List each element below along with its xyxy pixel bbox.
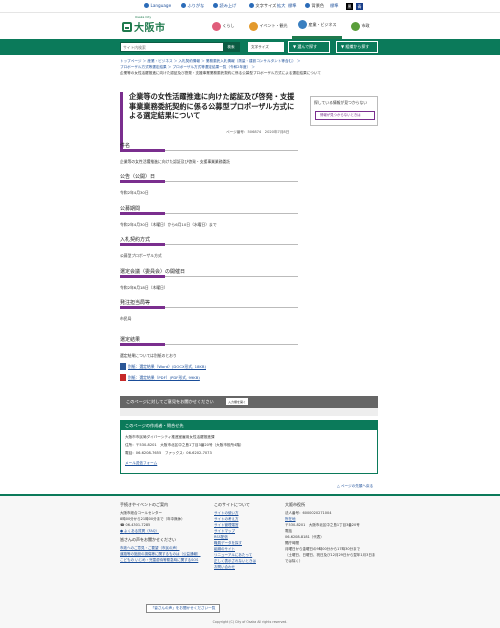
nav-business[interactable]: 産業・ビジネス (292, 13, 342, 39)
color-blue-button[interactable]: 青 (356, 3, 363, 10)
contact-heading: このページの作成者・問合せ先 (121, 421, 377, 430)
color-black-button[interactable]: 黒 (346, 3, 353, 10)
font-icon (249, 3, 254, 8)
font-size-up[interactable]: 拡大 (277, 3, 285, 9)
breadcrumb-item[interactable]: プロポーザル方式等選定結果一覧（令和2年度） (173, 65, 251, 69)
contact-line: 電話：06-6208-7655 ファックス：06-6202-7073 (125, 451, 212, 455)
section-heading-date: 公告（公開）日 (120, 173, 298, 183)
nav-kurashi[interactable]: くらし (202, 13, 244, 39)
section-text-date: 令和2年4月30日 (120, 190, 149, 195)
furigana-link[interactable]: ふりがな (181, 3, 204, 9)
search-box: 検索 (120, 42, 240, 52)
feedback-bar: このページに対してご意見をお聞かせください (120, 396, 378, 408)
site-logo[interactable]: Osaka City 大阪市 (122, 15, 166, 34)
color-label: 背景色 (305, 3, 324, 9)
globe-icon (144, 3, 149, 8)
search-button[interactable]: 検索 (223, 43, 239, 51)
palette-icon (305, 3, 310, 8)
city-mark-icon (122, 21, 132, 32)
font-size-standard[interactable]: 標準 (288, 3, 296, 9)
color-standard[interactable]: 標準 (330, 3, 338, 9)
breadcrumb-item[interactable]: 入札契約情報 (178, 59, 200, 63)
feedback-strip (120, 408, 378, 416)
breadcrumb-item[interactable]: トップページ (120, 59, 142, 63)
section-text-department: 市民局 (120, 316, 132, 321)
event-icon (248, 21, 258, 31)
back-to-top-link[interactable]: △ ページの先頭へ戻る (337, 484, 373, 489)
browse-button[interactable]: ▼ 選んで探す (288, 41, 330, 53)
section-heading-result: 選定結果 (120, 336, 298, 346)
search-input[interactable] (121, 43, 221, 51)
page-number: ページ番号：506874 2020年7月8日 (226, 130, 290, 134)
site-header: Osaka City 大阪市 くらし イベント・観光 産業・ビジネス 市政 (0, 13, 500, 39)
faq-link[interactable]: ● よくある質問（FAQ） (120, 528, 204, 534)
furigana-icon (181, 3, 186, 8)
section-text-method: 公募型プロポーザル方式 (120, 253, 162, 258)
section-heading-meeting: 選定会議（委員会）の開催日 (120, 268, 298, 278)
city-hall-icon (350, 21, 360, 31)
breadcrumb-item[interactable]: プロポーザル方式等選定結果 (120, 65, 167, 69)
section-text-meeting: 令和2年6月18日（木曜日） (120, 285, 168, 290)
footer-link[interactable]: こどもの いじめ・児童虐待等緊急時に関するSOS (120, 557, 204, 563)
contact-line: 住所：〒530-8201 大阪市北区中之島1丁目3番20号（大阪市役所4階） (125, 443, 244, 447)
section-heading-method: 入札契約方式 (120, 236, 298, 246)
speaker-icon (213, 3, 218, 8)
read-aloud-link[interactable]: 読み上げ (213, 3, 236, 9)
section-heading-department: 発注担当局等 (120, 299, 298, 309)
download-pdf[interactable]: 別紙：選定結果（PDF）(PDF形式, 99KB) (120, 374, 200, 381)
copyright: Copyright (C) City of Osaka All rights r… (212, 620, 288, 624)
footer-col-site: このサイトについて サイトの使い方 サイトの考え方 サイト管理運営 サイトマップ… (214, 502, 284, 570)
contact-box: このページの作成者・問合せ先 大阪市市民局ダイバーシティ推進室雇用女性活躍推進課… (120, 420, 378, 474)
section-heading-period: 公募期間 (120, 205, 298, 215)
home-icon (211, 21, 221, 31)
nav-shisei[interactable]: 市政 (342, 13, 378, 39)
not-found-button[interactable]: 情報が見つからないときは (315, 111, 375, 120)
voice-list-button[interactable]: 「皆さんの声」をお聞かせください一覧 (146, 604, 220, 613)
breadcrumb-current: 企業等の女性活躍推進に向けた認証及び啓発・支援事業業務委託契約に係る公募型プロポ… (120, 71, 321, 75)
business-icon (297, 20, 307, 29)
font-size-label: 文字サイズ (249, 3, 276, 9)
breadcrumb: トップページ ＞ 産業・ビジネス ＞ 入札契約情報 ＞ 業務委託入札情報（測量・… (120, 59, 321, 75)
word-file-icon (120, 363, 126, 370)
download-word[interactable]: 別紙：選定結果（Word）(DOCX形式, 18KB) (120, 363, 206, 370)
pdf-file-icon (120, 374, 126, 381)
site-footer: 手続きやイベントのご案内 大阪市総合コールセンター 8時00分から21時00分ま… (0, 494, 500, 628)
font-size-select[interactable]: 文字サイズ (248, 42, 284, 52)
footer-col-guide: 手続きやイベントのご案内 大阪市総合コールセンター 8時00分から21時00分ま… (120, 502, 204, 563)
footer-link[interactable]: お問い合わせ (214, 564, 284, 570)
language-link[interactable]: Language (144, 3, 171, 8)
page-title: 企業等の女性活躍推進に向けた認証及び啓発・支援事業業務委託契約に係る公募型プロポ… (129, 92, 295, 120)
utility-bar: Language ふりがな 読み上げ 文字サイズ 拡大 標準 背景色 標準 黒 … (0, 0, 500, 13)
not-found-box: 探している情報が見つからない 情報が見つからないときは (310, 96, 378, 126)
section-text-period: 令和2年4月30日（木曜日）から6月10日（水曜日）まで (120, 222, 217, 227)
search-bar: 検索 文字サイズ ▼ 選んで探す ▼ 組織から探す (0, 39, 500, 55)
org-browse-button[interactable]: ▼ 組織から探す (336, 41, 378, 53)
mail-form-link[interactable]: メール送信フォーム (125, 461, 157, 466)
footer-col-cityhall: 大阪市役所 法人番号：6000020271004 所在地 〒530-8201 大… (285, 502, 378, 564)
feedback-open-button[interactable]: 入力欄を開く (226, 398, 248, 405)
section-heading-subject: 件名 (120, 142, 298, 152)
breadcrumb-item[interactable]: 業務委託入札情報（測量・建設コンサルタント等含む） (206, 59, 296, 63)
section-text-result: 選定結果については別紙のとおり (120, 353, 177, 358)
nav-event[interactable]: イベント・観光 (244, 13, 292, 39)
section-text-subject: 企業等の女性活躍推進に向けた認証及び啓発・支援事業業務委託 (120, 159, 231, 164)
contact-line: 大阪市市民局ダイバーシティ推進室雇用女性活躍推進課 (125, 435, 215, 439)
breadcrumb-item[interactable]: 産業・ビジネス (147, 59, 172, 63)
